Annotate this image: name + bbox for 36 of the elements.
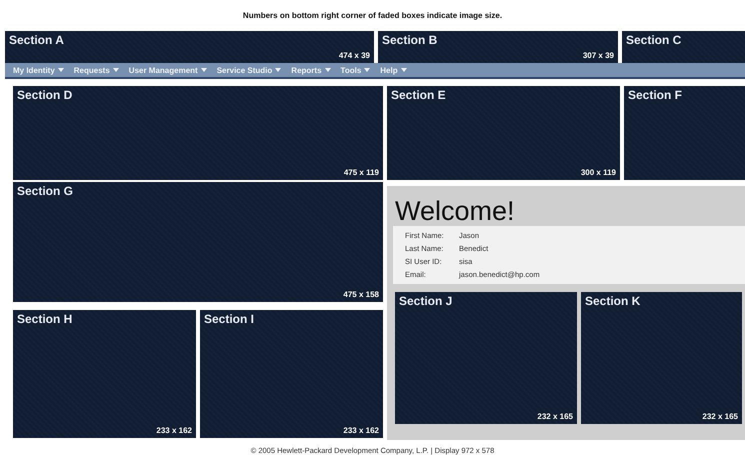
section-label: Section H [17,312,72,326]
image-size: 474 x 39 [338,51,370,60]
notice-text: Numbers on bottom right corner of faded boxes indicate image size. [242,10,504,20]
caret-icon [275,68,282,72]
image-size: 233 x 162 [343,426,379,435]
section-label: Section A [9,33,64,47]
caret-icon [400,68,407,72]
menu-item[interactable]: My Identity [13,66,64,74]
caret-icon [364,68,370,72]
image-size: 233 x 162 [156,426,192,435]
caret-icon [112,68,119,72]
image-size: 300 x 119 [580,168,616,177]
image-size: 232 x 165 [537,412,573,421]
image-size: 307 x 39 [582,51,614,60]
menu-item[interactable]: Help [380,66,407,74]
image-size: 475 x 119 [344,168,379,177]
section-label: Section D [17,88,72,102]
caret-icon [200,68,207,72]
caret-icon [58,68,64,72]
section-label: Section K [585,294,640,308]
image-size: 475 x 158 [343,290,379,299]
menu-item[interactable]: User Management [128,66,207,74]
section-label: Section B [382,33,438,47]
menu-item[interactable]: Reports [291,66,331,74]
welcome-title: Welcome! [394,196,516,226]
caret-icon [324,68,331,72]
section-label: Section F [628,88,682,102]
section-label: Section C [626,33,682,47]
menu-item[interactable]: Service Studio [216,66,282,74]
menu-item[interactable]: Requests [74,66,119,74]
section-label: Section I [204,312,254,326]
image-size: 232 x 165 [702,412,738,421]
section-label: Section G [17,184,74,198]
menu-item[interactable]: Tools [340,66,370,74]
section-label: Section E [391,88,446,102]
section-label: Section J [399,294,452,308]
